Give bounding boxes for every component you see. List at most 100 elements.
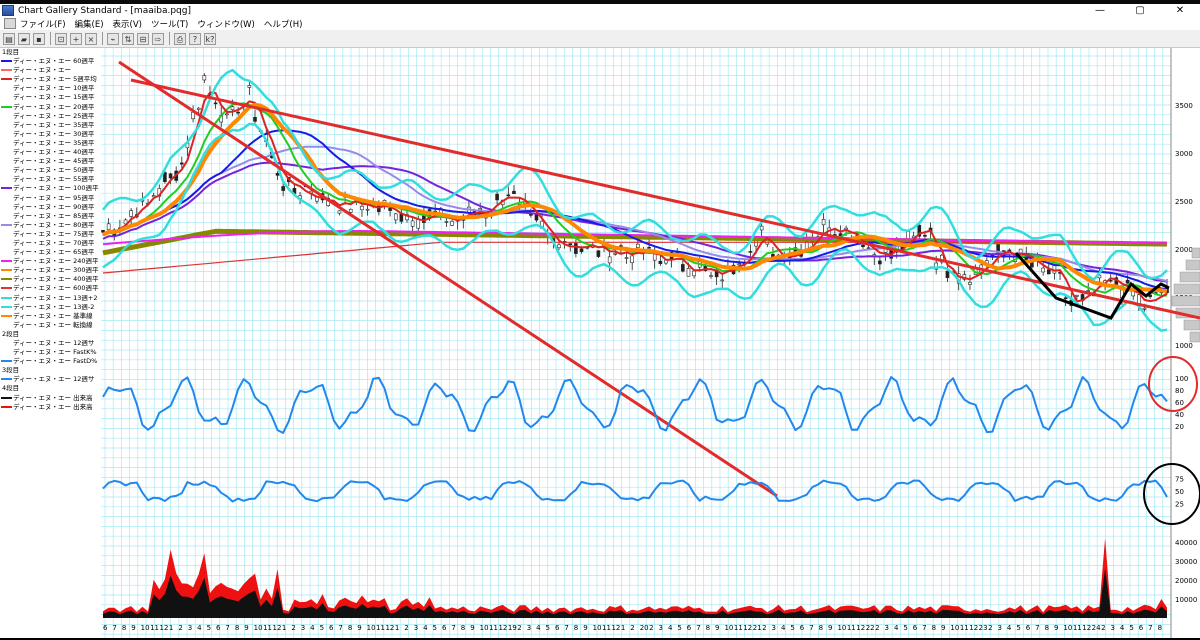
legend-item[interactable]: ディー・エヌ・エー (0, 66, 101, 75)
candle-body (168, 173, 173, 179)
chart-line-icon[interactable]: ⌁ (107, 32, 119, 45)
print-icon[interactable]: ⎙ (174, 32, 186, 45)
legend-item[interactable]: ディー・エヌ・エー 25週平 (0, 112, 101, 121)
x-tick-label: 3 (885, 624, 889, 632)
legend-pane-header: 4段目 (2, 384, 20, 393)
legend-item[interactable]: ディー・エヌ・エー 400週平 (0, 275, 101, 284)
legend-item[interactable]: ディー・エヌ・エー 基準線 (0, 312, 101, 321)
legend-label: ディー・エヌ・エー 転換線 (13, 320, 93, 329)
legend-swatch (1, 269, 12, 272)
info-icon[interactable]: ? (189, 32, 201, 45)
legend-item[interactable]: ディー・エヌ・エー 30週平 (0, 130, 101, 139)
price-tick-label: 2000 (1175, 246, 1193, 254)
x-tick-label: 7 (1035, 624, 1039, 632)
legend-item[interactable]: ディー・エヌ・エー 出来高 (0, 394, 101, 403)
x-tick-label: 5 (207, 624, 211, 632)
legend-swatch (1, 60, 12, 63)
chart-candles-icon[interactable]: ⇅ (122, 32, 134, 45)
x-tick-label: 8 (819, 624, 823, 632)
delete-icon[interactable]: × (85, 32, 97, 45)
legend-item[interactable]: ディー・エヌ・エー 13週-2 (0, 303, 101, 312)
menu-tools[interactable]: ツール(T) (151, 18, 188, 30)
crosshair-icon[interactable]: + (70, 32, 82, 45)
menu-file[interactable]: ファイル(F) (20, 18, 66, 30)
legend-item[interactable]: ディー・エヌ・エー 80週平 (0, 221, 101, 230)
help-cursor-icon[interactable]: k? (204, 32, 216, 45)
document-icon[interactable] (4, 18, 16, 29)
price-tick-label: 3500 (1175, 102, 1193, 110)
chart-canvas[interactable]: 3500300025002000150010001008060402075502… (101, 48, 1200, 638)
legend-item[interactable]: ディー・エヌ・エー 90週平 (0, 203, 101, 212)
candle-body (196, 107, 201, 110)
legend-item[interactable]: ディー・エヌ・エー 40週平 (0, 148, 101, 157)
minimize-button[interactable]: — (1080, 4, 1120, 17)
legend-item[interactable]: ディー・エヌ・エー 15週平 (0, 93, 101, 102)
x-tick-label: 12 (856, 624, 865, 632)
save-icon[interactable]: ▪ (33, 32, 45, 45)
menu-view[interactable]: 表示(V) (113, 18, 142, 30)
candle-body (253, 117, 257, 122)
maximize-button[interactable]: ▢ (1120, 4, 1160, 17)
candle-body (878, 260, 882, 265)
candle-body (748, 251, 753, 253)
legend-label: ディー・エヌ・エー 80週平 (13, 220, 95, 229)
x-tick-label: 4 (197, 624, 202, 632)
legend-label: ディー・エヌ・エー 240週平 (13, 257, 99, 266)
candle-body (106, 223, 111, 231)
candle-body (506, 194, 511, 197)
menu-edit[interactable]: 編集(E) (75, 18, 104, 30)
legend-item[interactable]: ディー・エヌ・エー 転換線 (0, 321, 101, 330)
x-tick-label: 2 (875, 624, 879, 632)
x-tick-label: 12 (611, 624, 620, 632)
x-tick-label: 2 (649, 624, 653, 632)
menu-window[interactable]: ウィンドウ(W) (197, 18, 255, 30)
close-button[interactable]: ✕ (1160, 4, 1200, 17)
legend-item[interactable]: ディー・エヌ・エー 60週平 (0, 57, 101, 66)
legend-item[interactable]: ディー・エヌ・エー 12週サ (0, 375, 101, 384)
legend-item[interactable]: ディー・エヌ・エー 600週平 (0, 284, 101, 293)
x-tick-label: 20 (640, 624, 649, 632)
legend-item[interactable]: ディー・エヌ・エー 20週平 (0, 103, 101, 112)
legend-item[interactable]: ディー・エヌ・エー 10週平 (0, 84, 101, 93)
select-icon[interactable]: ⊡ (55, 32, 67, 45)
chart-overlay-icon[interactable]: ⊟ (137, 32, 149, 45)
legend-item[interactable]: ディー・エヌ・エー 300週平 (0, 266, 101, 275)
legend-item[interactable]: ディー・エヌ・エー 55週平 (0, 175, 101, 184)
x-tick-label: 9 (828, 624, 832, 632)
new-file-icon[interactable]: ▤ (3, 32, 15, 45)
x-tick-label: 2 (630, 624, 634, 632)
legend-item[interactable]: ディー・エヌ・エー 75週平 (0, 230, 101, 239)
export-icon[interactable]: ⇨ (152, 32, 164, 45)
legend-item[interactable]: ディー・エヌ・エー 85週平 (0, 212, 101, 221)
legend-item[interactable]: ディー・エヌ・エー 5週平均 (0, 75, 101, 84)
open-folder-icon[interactable]: ▰ (18, 32, 30, 45)
chart-area[interactable]: 3500300025002000150010001008060402075502… (101, 48, 1200, 638)
x-tick-label: 5 (903, 624, 907, 632)
legend-item[interactable]: ディー・エヌ・エー 240週平 (0, 257, 101, 266)
x-tick-label: 8 (706, 624, 710, 632)
legend-item[interactable]: ディー・エヌ・エー FastD% (0, 357, 101, 366)
volume-tick-label: 20000 (1175, 577, 1197, 585)
x-tick-label: 8 (348, 624, 352, 632)
legend-item[interactable]: ディー・エヌ・エー 50週平 (0, 166, 101, 175)
menu-help[interactable]: ヘルプ(H) (264, 18, 303, 30)
legend-item[interactable]: ディー・エヌ・エー 12週サ (0, 339, 101, 348)
legend-item[interactable]: ディー・エヌ・エー 出来高 (0, 403, 101, 412)
candle-body (388, 208, 392, 211)
legend-item[interactable]: ディー・エヌ・エー 45週平 (0, 157, 101, 166)
legend-pane-header: 1段目 (2, 48, 20, 56)
legend-item[interactable]: ディー・エヌ・エー 95週平 (0, 194, 101, 203)
legend-item[interactable]: ディー・エヌ・エー 100週平 (0, 184, 101, 193)
candle-body (568, 243, 573, 245)
candle-body (574, 243, 578, 254)
x-tick-label: 12 (969, 624, 978, 632)
legend-item[interactable]: ディー・エヌ・エー FastK% (0, 348, 101, 357)
osc1-tick-label: 20 (1175, 423, 1184, 431)
fastd-line (102, 376, 1168, 434)
legend-item[interactable]: ディー・エヌ・エー 13週+2 (0, 294, 101, 303)
legend-item[interactable]: ディー・エヌ・エー 35週平 (0, 121, 101, 130)
legend-item[interactable]: ディー・エヌ・エー 35週平 (0, 139, 101, 148)
candle-body (709, 275, 713, 277)
legend-item[interactable]: ディー・エヌ・エー 70週平 (0, 239, 101, 248)
legend-item[interactable]: ディー・エヌ・エー 65週平 (0, 248, 101, 257)
